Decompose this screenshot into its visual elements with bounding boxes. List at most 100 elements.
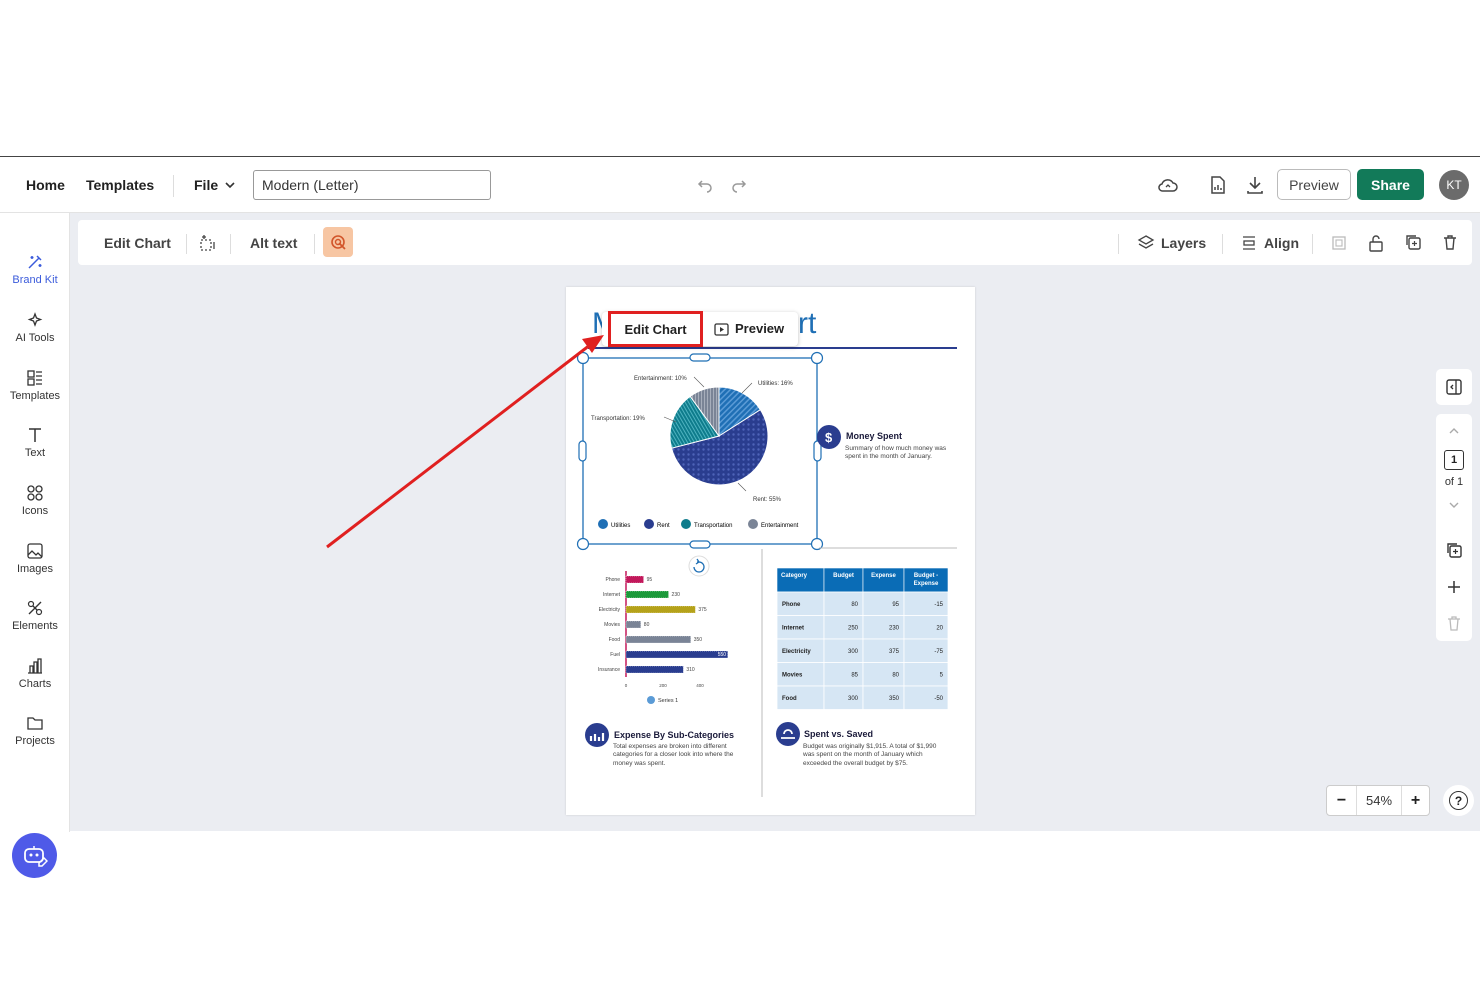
divider: [314, 234, 315, 254]
cloud-sync-icon[interactable]: [1157, 175, 1179, 195]
images-icon: [27, 543, 43, 559]
document-page[interactable]: M rt Entertainment: 10% Utilities: 16% T…: [566, 287, 975, 815]
sidebar-item-images[interactable]: Images: [0, 542, 70, 575]
align-button[interactable]: Align: [1264, 235, 1299, 251]
zoom-control: − 54% +: [1326, 785, 1430, 816]
help-button[interactable]: ?: [1443, 785, 1474, 816]
animate-icon: [331, 235, 346, 250]
edit-chart-button[interactable]: Edit Chart: [104, 235, 171, 251]
page-title-right: rt: [798, 307, 817, 340]
crop-icon[interactable]: [1330, 234, 1348, 252]
float-preview-button[interactable]: Preview: [735, 321, 784, 336]
x-tick-label: 0: [625, 683, 628, 688]
alt-text-button[interactable]: Alt text: [250, 235, 297, 251]
table-cell-text: Phone: [782, 602, 801, 608]
bar-chart-icon: [585, 723, 609, 747]
templates-icon: [27, 370, 42, 386]
home-link[interactable]: Home: [26, 177, 65, 193]
page-thumbnail[interactable]: 1: [1444, 450, 1464, 470]
preview-button[interactable]: Preview: [1277, 169, 1351, 200]
table-cell-text: Movies: [782, 673, 803, 679]
sidebar-item-label: Images: [16, 563, 54, 575]
bar-category-label: Food: [609, 637, 621, 643]
sidebar-item-label: Brand Kit: [12, 274, 58, 286]
zoom-in-button[interactable]: +: [1401, 786, 1429, 815]
bar-value-label: 80: [644, 622, 650, 628]
undo-icon[interactable]: [697, 177, 713, 193]
table-cell-text: 375: [889, 649, 900, 655]
add-page-icon[interactable]: [1446, 579, 1462, 595]
layers-icon[interactable]: [1137, 234, 1155, 252]
trash-icon[interactable]: [1441, 233, 1459, 251]
rotate-handle[interactable]: [688, 555, 710, 577]
brand-kit-icon: [28, 255, 42, 269]
animate-button[interactable]: [323, 227, 353, 257]
divider: [173, 175, 174, 197]
divider: [1222, 234, 1223, 254]
chevron-down-icon[interactable]: [224, 179, 236, 191]
report-icon[interactable]: [1209, 175, 1227, 195]
zoom-level[interactable]: 54%: [1357, 786, 1401, 815]
redo-icon[interactable]: [731, 177, 747, 193]
page-canvas: M rt Entertainment: 10% Utilities: 16% T…: [576, 307, 957, 797]
sidebar-item-label: AI Tools: [15, 332, 55, 344]
money-spent-body-wrap: Summary of how much money was spent in t…: [845, 445, 946, 460]
sidebar-item-templates[interactable]: Templates: [0, 369, 70, 402]
chevron-down-icon[interactable]: [1448, 500, 1460, 510]
table-cell-text: Electricity: [782, 649, 811, 655]
sidebar-item-text[interactable]: Text: [0, 426, 70, 459]
document-title-input[interactable]: Modern (Letter): [253, 170, 491, 200]
budget-table[interactable]: Category Budget Expense Budget -ExpensePhon…: [776, 567, 949, 710]
templates-link[interactable]: Templates: [86, 177, 154, 193]
file-menu[interactable]: File: [194, 177, 218, 193]
expense-sub-body-wrap: Total expenses are broken into different…: [613, 743, 734, 767]
bar-category-label: Electricity: [599, 607, 621, 613]
bar-category-label: Internet: [603, 592, 621, 598]
expense-sub-title: Expense By Sub-Categories: [614, 730, 734, 740]
float-edit-chart-button[interactable]: Edit Chart: [608, 311, 703, 347]
legend-label: Rent: [657, 523, 670, 529]
avatar[interactable]: KT: [1439, 170, 1469, 200]
ai-assistant-button[interactable]: [12, 833, 57, 878]
share-button[interactable]: Share: [1357, 169, 1424, 200]
table-cell-text: 85: [851, 673, 858, 679]
lock-icon[interactable]: [1367, 233, 1385, 253]
divider: [186, 234, 187, 254]
sidebar-item-elements[interactable]: Elements: [0, 599, 70, 632]
left-sidebar: Brand Kit AI Tools Templates Text Icons …: [0, 213, 70, 878]
page-count: of 1: [1444, 476, 1464, 488]
position-icon[interactable]: [199, 234, 217, 252]
zoom-out-button[interactable]: −: [1327, 786, 1357, 815]
table-cell-text: -75: [934, 649, 943, 655]
layers-button[interactable]: Layers: [1161, 235, 1206, 251]
legend-swatch: [748, 519, 758, 529]
money-spent-title: Money Spent: [846, 431, 902, 441]
table-cell-text: 300: [848, 649, 859, 655]
bar-category-label: Phone: [606, 577, 621, 583]
legend-swatch: [644, 519, 654, 529]
series-label: Series 1: [658, 698, 678, 704]
duplicate-icon[interactable]: [1404, 233, 1422, 251]
bar-chart[interactable]: Phone 95 Internet 230 Electricity 375 Movies 80…: [598, 571, 728, 688]
sidebar-item-brand-kit[interactable]: Brand Kit: [0, 253, 70, 286]
annotation-arrow: [326, 335, 604, 549]
sidebar-item-icons[interactable]: Icons: [0, 484, 70, 517]
elements-icon: [27, 600, 43, 616]
pie-chart[interactable]: [669, 386, 769, 486]
dollar-sign: $: [825, 430, 833, 445]
sidebar-item-charts[interactable]: Charts: [0, 657, 70, 690]
sidebar-item-ai-tools[interactable]: AI Tools: [0, 311, 70, 344]
delete-page-icon[interactable]: [1446, 615, 1462, 632]
divider: [230, 234, 231, 254]
pie-callout-utilities: Utilities: 16%: [758, 381, 793, 387]
expense-sub-body: Total expenses are broken into different…: [613, 743, 734, 767]
sidebar-item-projects[interactable]: Projects: [0, 714, 70, 747]
pie-legend: Utilities Rent Transportation Entertainm…: [598, 519, 799, 529]
download-icon[interactable]: [1245, 175, 1265, 195]
chevron-up-icon[interactable]: [1448, 426, 1460, 436]
collapse-panel-button[interactable]: [1436, 369, 1472, 405]
align-icon[interactable]: [1241, 234, 1257, 252]
duplicate-page-icon[interactable]: [1445, 541, 1463, 559]
spent-saved-body-wrap: Budget was originally $1,915. A total of…: [803, 743, 936, 767]
sidebar-item-label: Icons: [21, 505, 49, 517]
